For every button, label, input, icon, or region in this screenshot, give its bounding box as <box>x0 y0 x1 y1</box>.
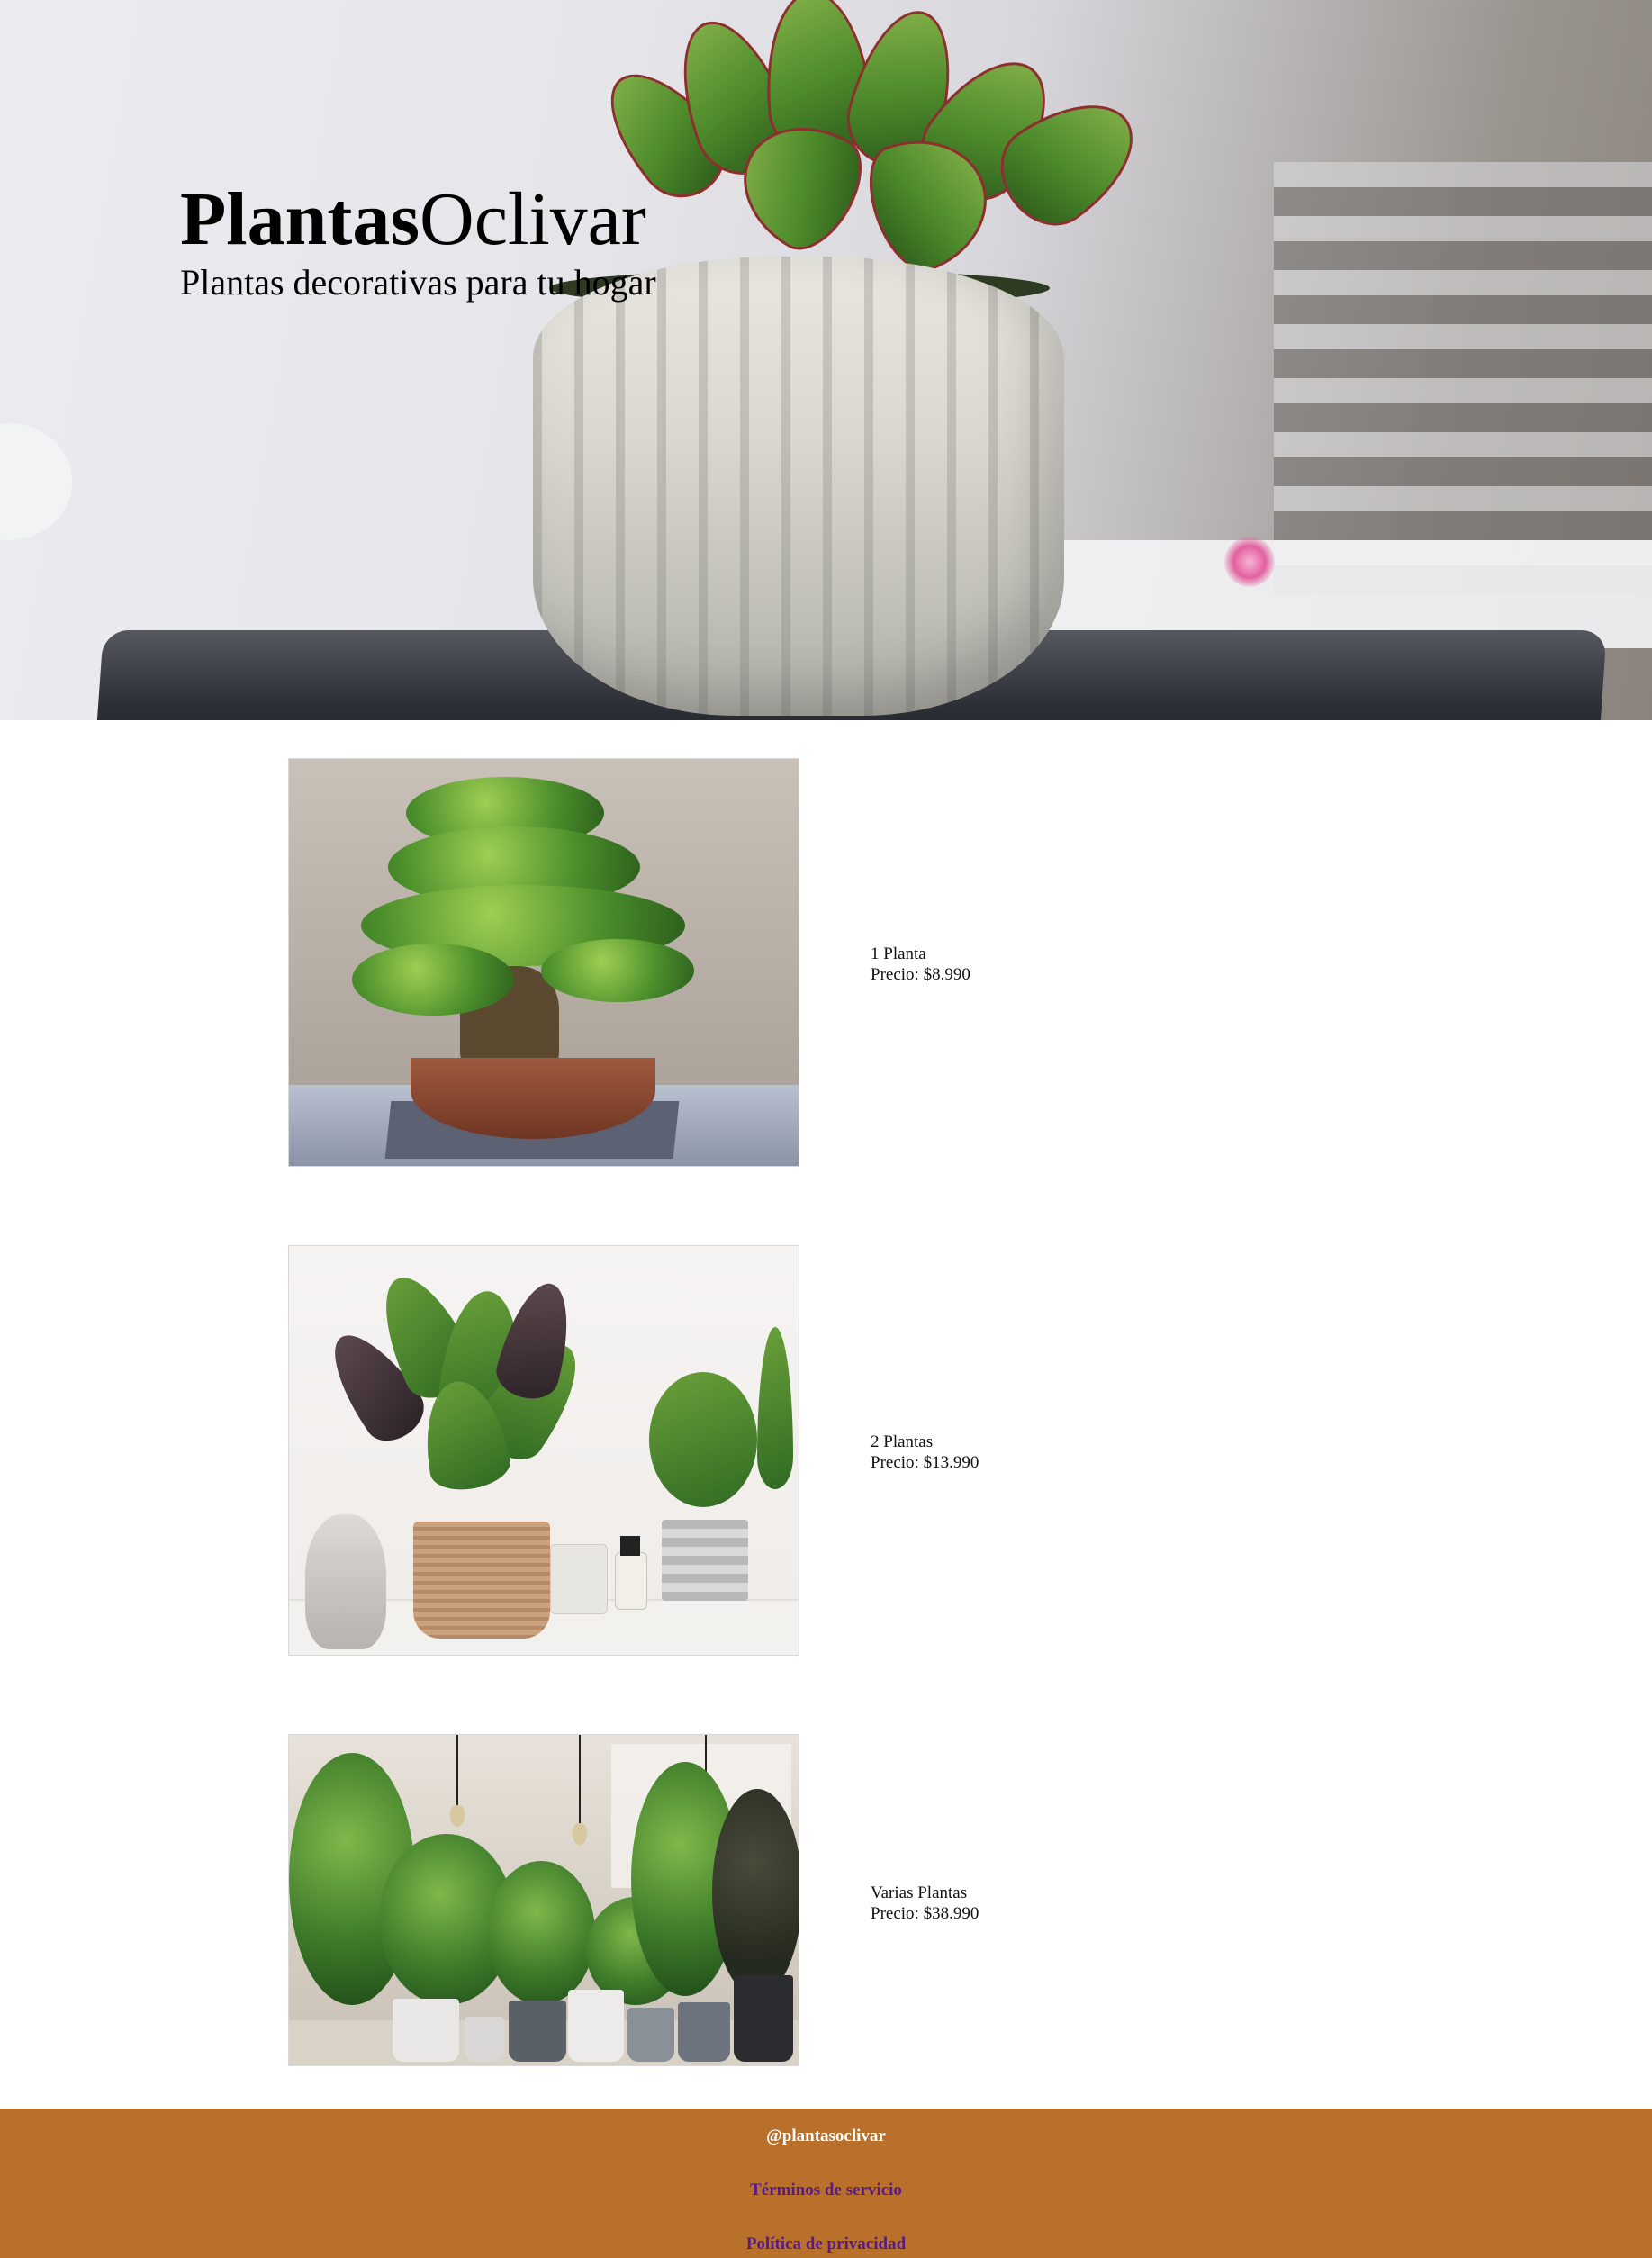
product-price: Precio: $38.990 <box>871 1904 979 1923</box>
striped-pot <box>662 1520 748 1601</box>
hero-tagline: Plantas decorativas para tu hogar <box>180 262 656 303</box>
calathea-shelf-photo <box>288 1245 799 1656</box>
hero-window-blind <box>1274 162 1652 594</box>
bonsai-foliage <box>352 944 514 1016</box>
product-price: Precio: $13.990 <box>871 1453 979 1472</box>
plant-pot <box>627 2008 674 2062</box>
sculpture-head <box>305 1514 386 1649</box>
hero-light-glow <box>1224 537 1275 587</box>
lamp-cord <box>456 1735 458 1807</box>
product-name: Varias Plantas <box>871 1883 968 1902</box>
plant-pot <box>734 1975 793 2062</box>
diffuser-bottle <box>615 1552 647 1610</box>
product-card: 2 Plantas Precio: $13.990 <box>288 1245 1350 1656</box>
terms-link[interactable]: Términos de servicio <box>0 2181 1652 2200</box>
fern-leaf <box>649 1372 757 1507</box>
light-bulb <box>573 1823 587 1845</box>
plant-pot <box>465 2017 504 2062</box>
product-name: 2 Plantas <box>871 1432 934 1451</box>
brand-title: PlantasOclivar <box>180 176 646 264</box>
brand-name-bold: Plantas <box>180 177 420 261</box>
lamp-cord <box>579 1735 581 1825</box>
product-price: Precio: $8.990 <box>871 965 970 984</box>
bonsai-photo <box>288 758 799 1167</box>
plant-pot <box>393 1999 459 2062</box>
plant-pot <box>509 2001 566 2062</box>
product-info: 2 Plantas Precio: $13.990 <box>871 1432 979 1473</box>
product-info: 1 Planta Precio: $8.990 <box>871 944 970 985</box>
fern-leaf <box>757 1327 793 1489</box>
product-info: Varias Plantas Precio: $38.990 <box>871 1883 979 1924</box>
plant-pot <box>568 1990 624 2062</box>
hero-background-blob <box>0 423 72 540</box>
indoor-plants-photo <box>288 1734 799 2066</box>
product-card: Varias Plantas Precio: $38.990 <box>288 1734 1350 2066</box>
light-bulb <box>450 1805 465 1827</box>
plant-pot <box>678 2002 730 2062</box>
ceramic-pot <box>533 257 1064 716</box>
site-footer: @plantasoclivar Términos de servicio Pol… <box>0 2109 1652 2258</box>
social-handle: @plantasoclivar <box>766 2127 886 2145</box>
diffuser-cap <box>620 1536 640 1556</box>
bonsai-foliage <box>541 939 694 1002</box>
woven-pot <box>413 1522 550 1639</box>
brand-name-light: Oclivar <box>420 177 646 261</box>
product-name: 1 Planta <box>871 944 926 963</box>
hero-banner: PlantasOclivar Plantas decorativas para … <box>0 0 1652 720</box>
privacy-link[interactable]: Política de privacidad <box>0 2235 1652 2254</box>
candle-cup <box>550 1544 608 1614</box>
plant-foliage <box>487 1861 595 2005</box>
plant-foliage <box>712 1789 799 1996</box>
product-card: 1 Planta Precio: $8.990 <box>288 758 1350 1167</box>
